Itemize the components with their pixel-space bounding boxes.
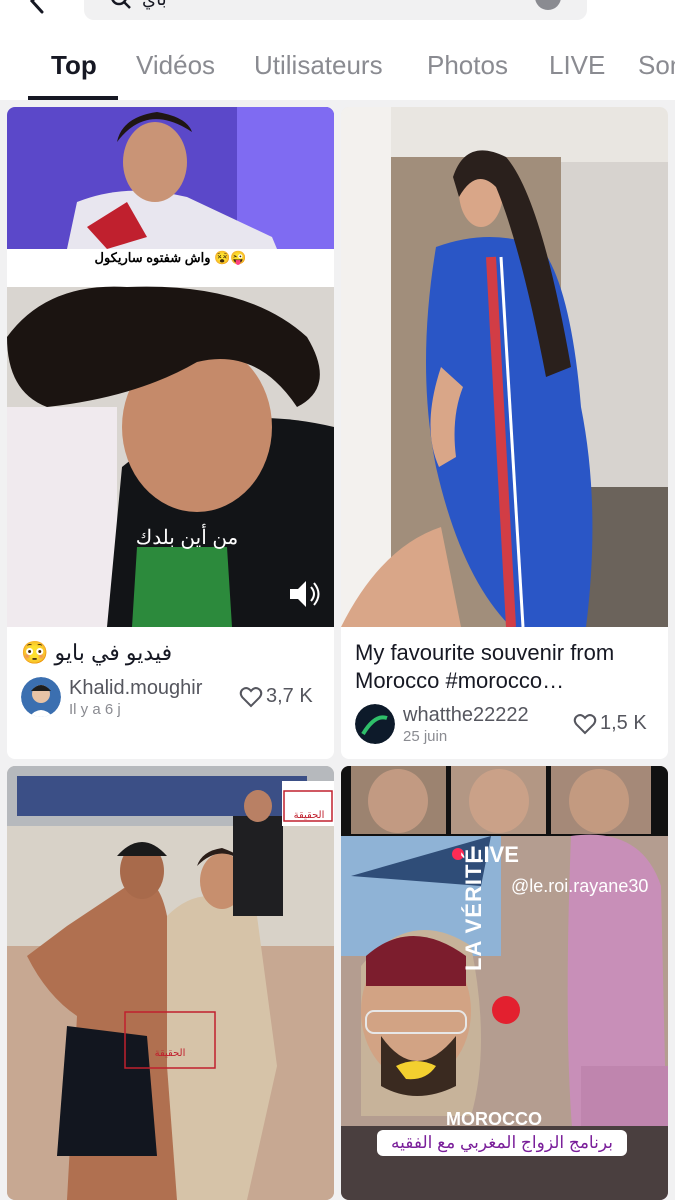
overlay-text-morocco: MOROCCO [446, 1109, 542, 1129]
tab-top[interactable]: Top [51, 50, 97, 81]
search-query: باي [142, 0, 167, 10]
avatar[interactable] [21, 677, 61, 717]
like-count: 1,5 K [600, 712, 647, 734]
overlay-text-verite: LA VÉRITÉ [461, 847, 486, 971]
tab-photos[interactable]: Photos [427, 50, 508, 81]
search-icon [111, 0, 131, 9]
post-date: 25 juin [403, 728, 448, 745]
tab-sounds[interactable]: Sons [638, 50, 675, 81]
creator-handle: @le.roi.rayane30 [511, 876, 649, 896]
watermark: الحقيقة [154, 1048, 186, 1059]
back-arrow-icon[interactable] [22, 0, 52, 16]
video-card[interactable]: الحقيقة الحقيقة [7, 766, 334, 1200]
clear-search-icon[interactable] [535, 0, 561, 10]
top-bar: باي Top Vidéos Utilisateurs Photos LIVE … [0, 0, 675, 100]
heart-icon[interactable] [239, 685, 263, 709]
video-thumbnail [341, 107, 668, 627]
username[interactable]: whatthe22222 [403, 704, 529, 727]
tab-users[interactable]: Utilisateurs [254, 50, 383, 81]
avatar[interactable] [355, 704, 395, 744]
overlay-text-mid: من أين بلدك [135, 527, 239, 549]
heart-icon[interactable] [573, 712, 597, 736]
overlay-banner: برنامج الزواج المغربي مع الفقيه [377, 1130, 627, 1156]
post-date: Il y a 6 j [69, 701, 121, 718]
overlay-text-top: واش شفتوه ساريكول 😵😜 [94, 250, 247, 265]
video-caption: 😳 فيديو في بايو [21, 640, 173, 665]
watermark: الحقيقة [293, 810, 325, 821]
video-card[interactable]: My favourite souvenir from Morocco #moro… [341, 107, 668, 759]
search-input[interactable]: باي [84, 0, 587, 20]
tab-live[interactable]: LIVE [549, 50, 605, 81]
username[interactable]: Khalid.moughir [69, 677, 202, 700]
video-card[interactable]: واش شفتوه ساريكول 😵😜 من أين بلدك 😳 فيديو… [7, 107, 334, 759]
like-count: 3,7 K [266, 685, 313, 707]
video-card[interactable]: LIVE @le.roi.rayane30 LA VÉRITÉ MOROCCO … [341, 766, 668, 1200]
active-tab-indicator [28, 96, 118, 100]
video-caption: My favourite souvenir from Morocco #moro… [355, 640, 615, 693]
video-thumbnail [7, 766, 334, 1200]
tab-videos[interactable]: Vidéos [136, 50, 215, 81]
search-tabs: Top Vidéos Utilisateurs Photos LIVE Sons [0, 44, 675, 100]
